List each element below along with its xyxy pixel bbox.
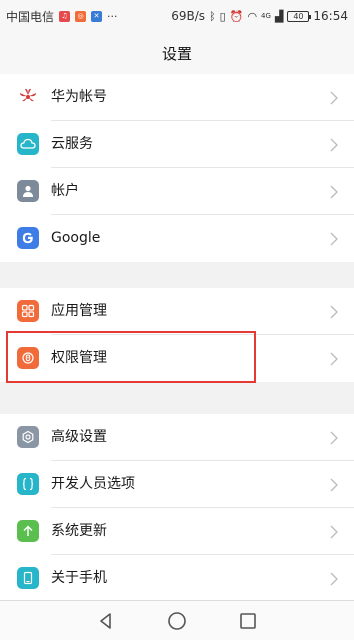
settings-item-label: 系统更新 [51,523,107,539]
bluetooth-icon: ᛒ [209,9,216,23]
settings-item-label: 华为帐号 [51,89,107,105]
vibrate-icon: ▯ [219,9,226,23]
settings-item-cloud-service[interactable]: 云服务 [0,121,354,168]
chevron-right-icon [330,431,338,445]
settings-item-developer-options[interactable]: 开发人员选项 [0,461,354,508]
cloud-icon [17,133,39,155]
settings-item-label: 权限管理 [51,350,107,366]
settings-item-label: Google [51,230,101,246]
back-triangle-icon [99,612,111,629]
chevron-right-icon [330,572,338,586]
braces-icon [17,473,39,495]
battery-icon: 40 [287,10,312,22]
signal-icon: ▟ [274,9,284,23]
chevron-right-icon [330,138,338,152]
gear-icon [17,426,39,448]
person-icon [17,180,39,202]
settings-group-account: 华为帐号 云服务 帐户 Google [0,74,354,262]
home-button[interactable] [165,609,189,633]
settings-item-google[interactable]: Google [0,215,354,262]
chevron-right-icon [330,232,338,246]
settings-item-permission-management[interactable]: 权限管理 [0,335,354,382]
alarm-icon: ⏰ [229,9,244,23]
settings-group-system: 高级设置 开发人员选项 系统更新 关于手机 [0,414,354,602]
page-title-bar: 设置 [0,32,354,74]
update-arrow-icon [17,520,39,542]
settings-item-advanced-settings[interactable]: 高级设置 [0,414,354,461]
page-title: 设置 [161,44,192,63]
home-circle-icon [168,611,186,630]
settings-item-app-management[interactable]: 应用管理 [0,288,354,335]
settings-item-label: 关于手机 [51,570,107,586]
settings-item-label: 云服务 [51,136,93,152]
settings-item-accounts[interactable]: 帐户 [0,168,354,215]
settings-item-about-phone[interactable]: 关于手机 [0,555,354,602]
phone-icon [17,567,39,589]
wifi-icon: ◠ [247,9,258,23]
apps-grid-icon [17,300,39,322]
chevron-right-icon [330,525,338,539]
chevron-right-icon [330,478,338,492]
network-speed: 69B/s [171,9,206,23]
settings-item-label: 应用管理 [51,303,107,319]
google-icon [17,227,39,249]
permission-icon [17,347,39,369]
recents-square-icon [240,612,257,629]
recents-button[interactable] [236,609,260,633]
music-app-icon: ♫ [59,10,71,22]
settings-item-system-update[interactable]: 系统更新 [0,508,354,555]
settings-group-apps: 应用管理 权限管理 [0,288,354,382]
status-bar: 中国电信 ♫ ◎ ✕ ··· 69B/s ᛒ ▯ ⏰ ◠ 4G ▟ 40 16:… [0,0,354,32]
chevron-right-icon [330,305,338,319]
carrier-label: 中国电信 [6,9,55,24]
huawei-logo-icon [17,86,39,108]
back-button[interactable] [94,609,118,633]
more-notifications-icon: ··· [107,9,118,23]
chevron-right-icon [330,91,338,105]
settings-item-huawei-account[interactable]: 华为帐号 [0,74,354,121]
chevron-right-icon [330,352,338,366]
settings-item-label: 开发人员选项 [51,476,135,492]
clock: 16:54 [313,9,348,23]
notification-app-icon: ◎ [75,10,87,22]
navigation-bar [0,600,354,640]
network-type: 4G [261,11,271,20]
sync-app-icon: ✕ [91,10,103,22]
chevron-right-icon [330,185,338,199]
settings-item-label: 高级设置 [51,429,107,445]
settings-item-label: 帐户 [51,183,79,199]
